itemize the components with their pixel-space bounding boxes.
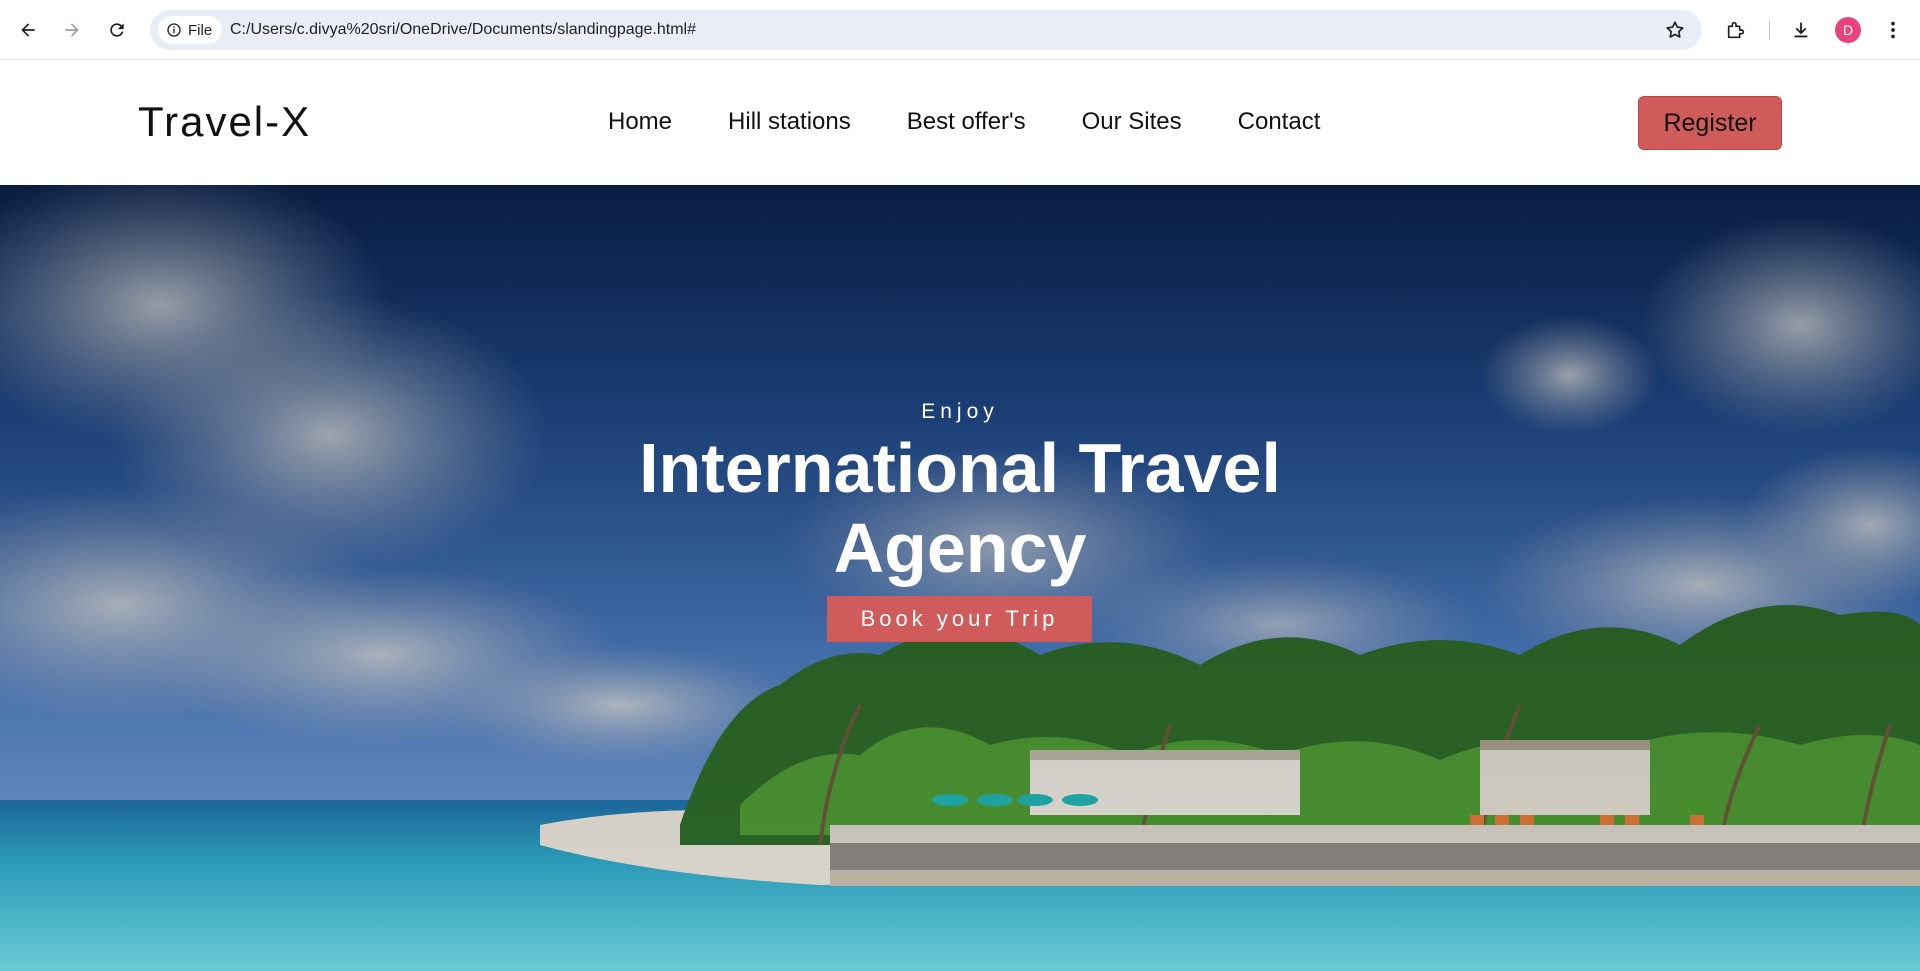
- profile-avatar[interactable]: D: [1835, 17, 1861, 43]
- nav-contact[interactable]: Contact: [1238, 108, 1321, 136]
- register-button[interactable]: Register: [1638, 96, 1782, 150]
- address-bar[interactable]: File C:/Users/c.divya%20sri/OneDrive/Doc…: [150, 10, 1702, 50]
- nav-best-offers[interactable]: Best offer's: [907, 108, 1026, 136]
- download-icon: [1794, 22, 1808, 38]
- browser-toolbar: File C:/Users/c.divya%20sri/OneDrive/Doc…: [0, 0, 1920, 60]
- hero-eyebrow: Enjoy: [921, 400, 999, 423]
- toolbar-separator: [1769, 20, 1770, 40]
- forward-arrow-icon: [65, 23, 79, 37]
- site-info-label: File: [188, 21, 213, 39]
- url-text[interactable]: C:/Users/c.divya%20sri/OneDrive/Document…: [230, 21, 696, 39]
- nav-home[interactable]: Home: [608, 108, 672, 136]
- bookmark-star-icon[interactable]: [1664, 19, 1686, 41]
- reload-button[interactable]: [101, 14, 133, 46]
- site-logo[interactable]: Travel-X: [138, 98, 311, 146]
- hero-section: Enjoy International Travel Agency Book y…: [0, 185, 1920, 971]
- nav-hill-stations[interactable]: Hill stations: [728, 108, 851, 136]
- site-info-chip[interactable]: File: [158, 16, 223, 44]
- book-trip-button[interactable]: Book your Trip: [827, 596, 1092, 642]
- hero-title-line1: International Travel: [639, 429, 1281, 507]
- hero-title: International Travel Agency: [0, 428, 1920, 588]
- browser-menu-button[interactable]: [1879, 16, 1907, 44]
- back-button[interactable]: [12, 14, 44, 46]
- hero-title-line2: Agency: [833, 509, 1087, 587]
- site-header: Travel-X Home Hill stations Best offer's…: [0, 60, 1920, 185]
- back-arrow-icon: [21, 23, 35, 37]
- extensions-button[interactable]: [1722, 16, 1750, 44]
- nav-our-sites[interactable]: Our Sites: [1082, 108, 1182, 136]
- downloads-button[interactable]: [1787, 16, 1815, 44]
- reload-icon: [110, 23, 124, 37]
- puzzle-icon: [1727, 21, 1745, 39]
- more-vertical-icon: [1891, 21, 1895, 39]
- forward-button[interactable]: [56, 14, 88, 46]
- info-icon: [167, 23, 181, 37]
- main-nav: Home Hill stations Best offer's Our Site…: [608, 108, 1320, 136]
